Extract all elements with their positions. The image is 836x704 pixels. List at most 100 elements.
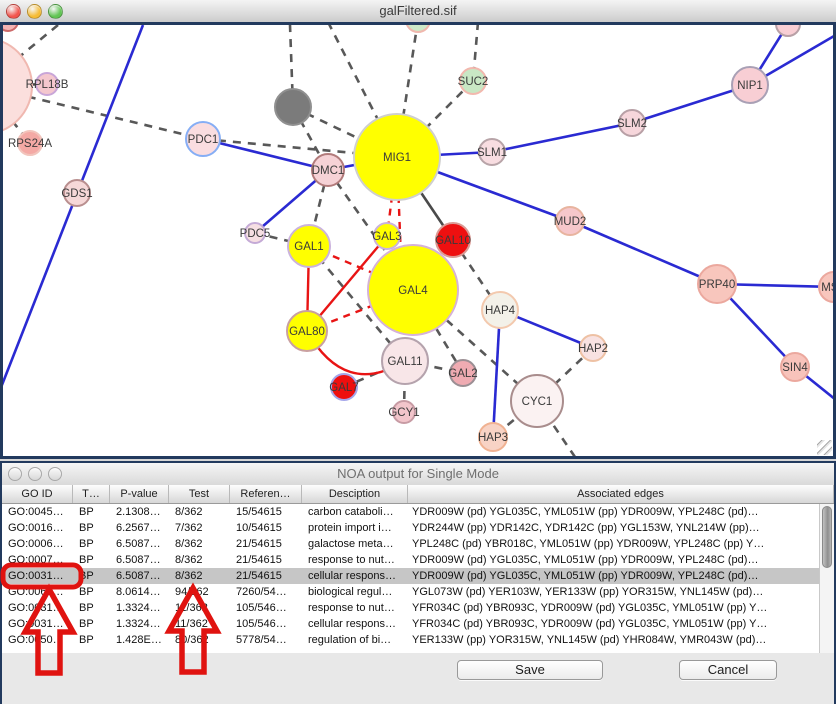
table-row[interactable]: GO:0031…BP1.3324…11/362105/546…cellular … [2, 616, 834, 632]
cancel-button[interactable]: Cancel [679, 660, 777, 680]
node-top-left-cut[interactable] [3, 25, 18, 31]
cell: carbon cataboli… [302, 504, 408, 520]
cell: 8/362 [169, 504, 230, 520]
cell: GO:0045… [2, 504, 73, 520]
cell: 105/546… [230, 616, 302, 632]
cell: 10/54615 [230, 520, 302, 536]
cell: 1.3324… [110, 616, 169, 632]
cell: cellular respons… [302, 568, 408, 584]
table-body: GO:0045…BP2.1308…8/36215/54615carbon cat… [2, 504, 834, 653]
node-label-GCY1: GCY1 [388, 407, 419, 419]
column-header-go-id[interactable]: GO ID [2, 485, 73, 503]
column-header-desciption[interactable]: Desciption [302, 485, 408, 503]
cell: 21/54615 [230, 552, 302, 568]
cell: GO:0031… [2, 616, 73, 632]
resize-grip[interactable] [817, 440, 832, 455]
network-window-titlebar[interactable]: galFiltered.sif [0, 0, 836, 23]
cell: galactose meta… [302, 536, 408, 552]
node-label-SIN4: SIN4 [782, 362, 808, 374]
results-table: GO IDT…P-valueTestReferen…DesciptionAsso… [2, 485, 834, 653]
save-button[interactable]: Save [457, 660, 603, 680]
cell: GO:0007… [2, 552, 73, 568]
node-label-MIG1: MIG1 [383, 152, 411, 164]
node-gray-node[interactable] [275, 89, 311, 125]
cell: 6.2567… [110, 520, 169, 536]
column-header-associated-edges[interactable]: Associated edges [408, 485, 834, 503]
node-label-RPS24A: RPS24A [8, 138, 52, 150]
cell: YDR244W (pp) YDR142C, YDR142C (pp) YGL15… [408, 520, 819, 536]
node-label-NIP1: NIP1 [737, 80, 763, 92]
node-label-HAP3: HAP3 [478, 432, 508, 444]
network-view-frame: RPL18BRPS24AGDS1PDC1DMC1SUC2MIG1SLM1SLM2… [0, 22, 836, 459]
node-top-green[interactable] [406, 25, 430, 32]
network-canvas[interactable]: RPL18BRPS24AGDS1PDC1DMC1SUC2MIG1SLM1SLM2… [3, 25, 833, 456]
cell: BP [73, 552, 110, 568]
cell: 8.0614… [110, 584, 169, 600]
column-header-test[interactable]: Test [169, 485, 230, 503]
cell: 6.5087… [110, 568, 169, 584]
cell: 8/362 [169, 536, 230, 552]
cell: BP [73, 600, 110, 616]
edge-blue [492, 123, 632, 152]
cell: 7/362 [169, 520, 230, 536]
node-label-MSN: MSN [821, 282, 833, 294]
column-header-referen-[interactable]: Referen… [230, 485, 302, 503]
table-row[interactable]: GO:0016…BP6.2567…7/36210/54615protein im… [2, 520, 834, 536]
table-row[interactable]: GO:0065…BP8.0614…94/3627260/54…biologica… [2, 584, 834, 600]
node-label-CYC1: CYC1 [522, 396, 553, 408]
column-header-t-[interactable]: T… [73, 485, 110, 503]
edge-blue [570, 221, 717, 284]
column-header-p-value[interactable]: P-value [110, 485, 169, 503]
node-label-GDS1: GDS1 [61, 188, 92, 200]
cell: YDR009W (pd) YGL035C, YML051W (pp) YDR00… [408, 568, 819, 584]
table-header-row: GO IDT…P-valueTestReferen…DesciptionAsso… [2, 485, 834, 504]
cell: YFR034C (pd) YBR093C, YDR009W (pd) YGL03… [408, 616, 819, 632]
cell: 7260/54… [230, 584, 302, 600]
cell: YER133W (pp) YOR315W, YNL145W (pd) YHR08… [408, 632, 819, 648]
cell: GO:0065… [2, 584, 73, 600]
cell: 11/362 [169, 600, 230, 616]
cell: BP [73, 584, 110, 600]
table-row[interactable]: GO:0031…BP6.5087…8/36221/54615cellular r… [2, 568, 834, 584]
node-label-GAL80: GAL80 [289, 326, 325, 338]
vertical-scrollbar[interactable] [819, 504, 834, 653]
cell: YGL073W (pd) YER103W, YER133W (pp) YOR31… [408, 584, 819, 600]
table-row[interactable]: GO:0007…BP6.5087…8/36221/54615response t… [2, 552, 834, 568]
cell: GO:0016… [2, 520, 73, 536]
node-label-PDC1: PDC1 [188, 134, 219, 146]
node-label-GAL10: GAL10 [435, 235, 471, 247]
cell: biological regul… [302, 584, 408, 600]
cell: YDR009W (pd) YGL035C, YML051W (pp) YDR00… [408, 552, 819, 568]
cell: 1.3324… [110, 600, 169, 616]
node-label-GAL3: GAL3 [372, 231, 401, 243]
table-row[interactable]: GO:0031…BP1.3324…11/362105/546…response … [2, 600, 834, 616]
cell: response to nut… [302, 552, 408, 568]
cell: 21/54615 [230, 536, 302, 552]
cell: 94/362 [169, 584, 230, 600]
cell: 5778/54… [230, 632, 302, 648]
cell: YPL248C (pd) YBR018C, YML051W (pp) YDR00… [408, 536, 819, 552]
cell: 105/546… [230, 600, 302, 616]
node-label-SLM1: SLM1 [477, 147, 507, 159]
cell: 15/54615 [230, 504, 302, 520]
cell: 11/362 [169, 616, 230, 632]
cell: 1.428E… [110, 632, 169, 648]
table-row[interactable]: GO:0045…BP2.1308…8/36215/54615carbon cat… [2, 504, 834, 520]
node-label-HAP4: HAP4 [485, 305, 516, 317]
table-row[interactable]: GO:0050…BP1.428E…80/3625778/54…regulatio… [2, 632, 834, 648]
edge-blue [493, 310, 500, 437]
cell: protein import i… [302, 520, 408, 536]
cell: YFR034C (pd) YBR093C, YDR009W (pd) YGL03… [408, 600, 819, 616]
noa-window-titlebar[interactable]: NOA output for Single Mode [2, 463, 834, 486]
table-row[interactable]: GO:0006…BP6.5087…8/36221/54615galactose … [2, 536, 834, 552]
cell: BP [73, 536, 110, 552]
cell: 2.1308… [110, 504, 169, 520]
node-top-right-pink[interactable] [776, 25, 800, 36]
node-label-GAL2: GAL2 [448, 368, 477, 380]
window-title: galFiltered.sif [0, 0, 836, 22]
cell: 80/362 [169, 632, 230, 648]
scrollbar-thumb[interactable] [822, 506, 832, 568]
cell: 6.5087… [110, 536, 169, 552]
cell: BP [73, 616, 110, 632]
node-label-PRP40: PRP40 [699, 279, 735, 291]
